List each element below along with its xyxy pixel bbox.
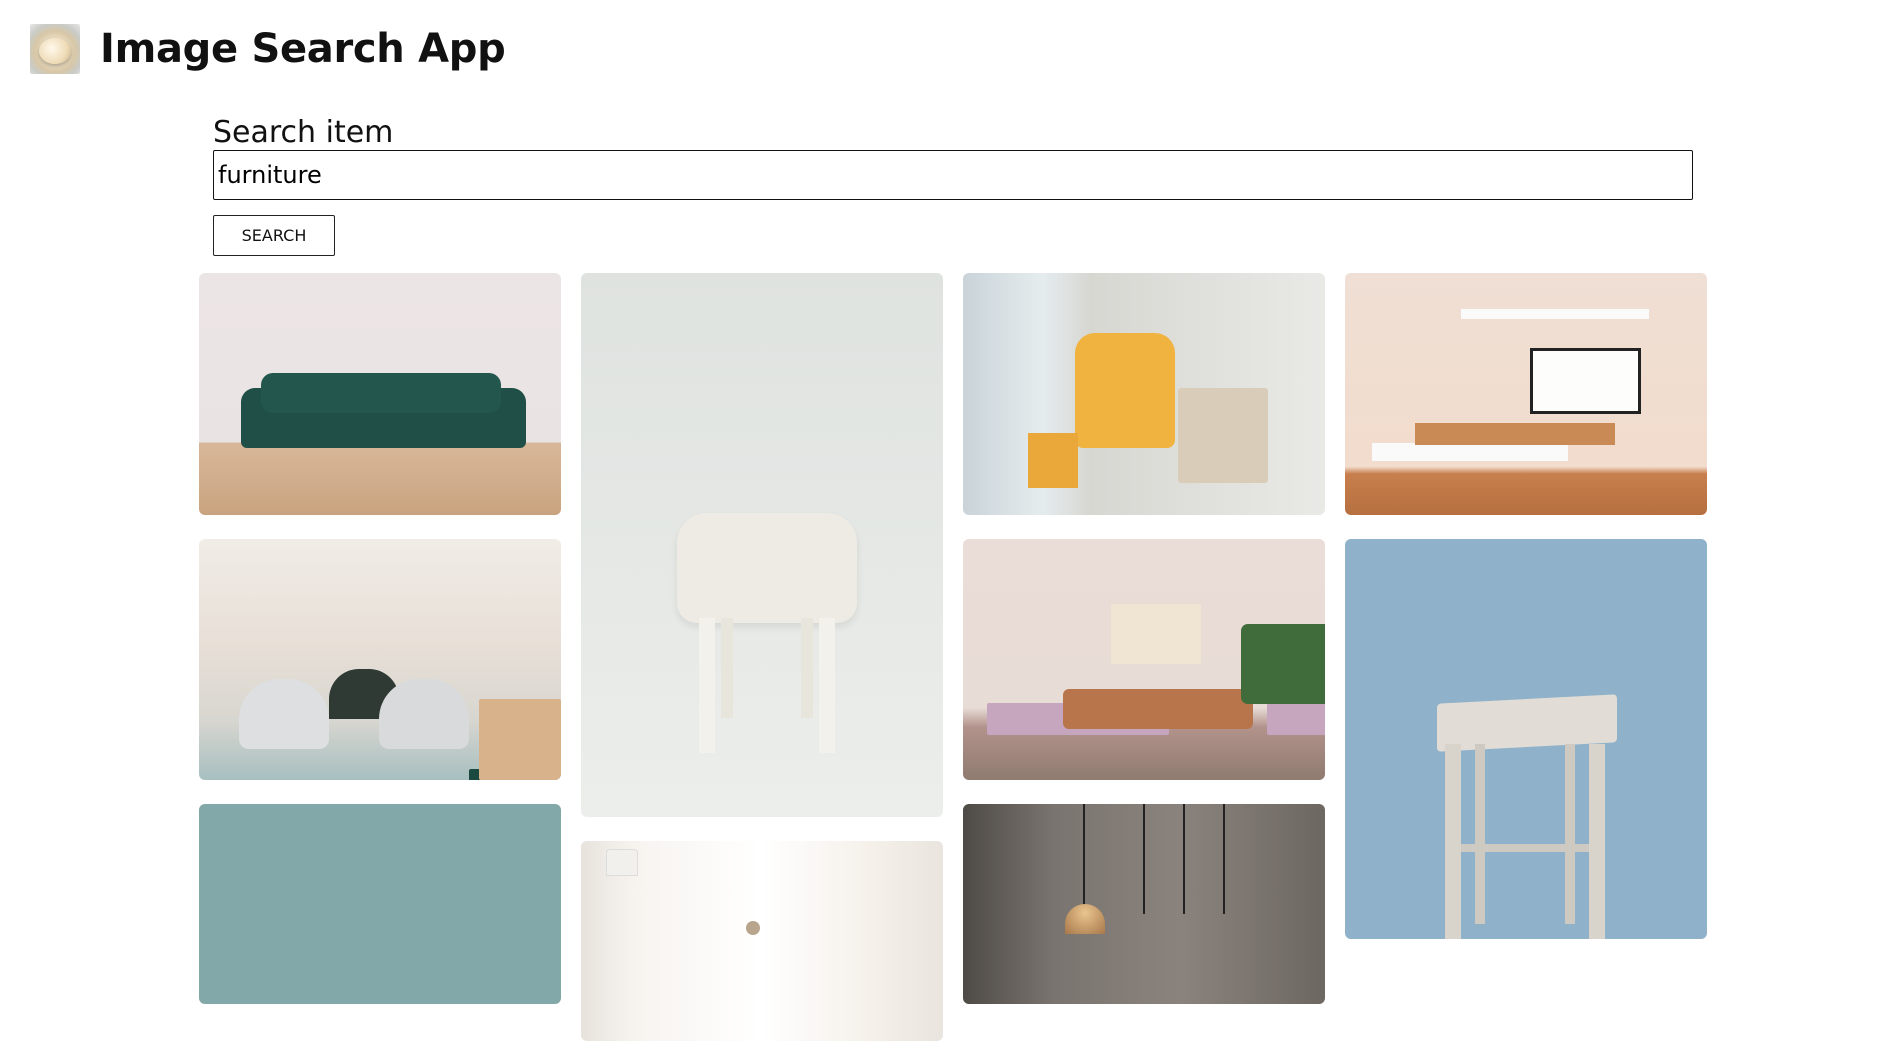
result-image-white-chair[interactable]: [581, 273, 943, 817]
result-image-pink-living-room[interactable]: [963, 539, 1325, 780]
result-image-pendant-lamps[interactable]: [963, 804, 1325, 1004]
result-image-office-lounge[interactable]: [199, 539, 561, 780]
result-image-wooden-stool[interactable]: [1345, 539, 1707, 939]
result-image-wall-shelves[interactable]: [1345, 273, 1707, 515]
app-title: Image Search App: [100, 26, 506, 72]
result-image-yellow-armchair[interactable]: [963, 273, 1325, 515]
search-input[interactable]: [213, 150, 1693, 200]
app-logo-icon: [30, 24, 80, 74]
search-form: Search item SEARCH: [213, 116, 1693, 256]
result-image-teal[interactable]: [199, 804, 561, 1004]
app-header: Image Search App: [30, 24, 506, 74]
result-image-curtain-room[interactable]: [581, 841, 943, 1041]
result-image-green-sofa[interactable]: [199, 273, 561, 515]
search-label: Search item: [213, 115, 394, 150]
search-button[interactable]: SEARCH: [213, 215, 335, 256]
